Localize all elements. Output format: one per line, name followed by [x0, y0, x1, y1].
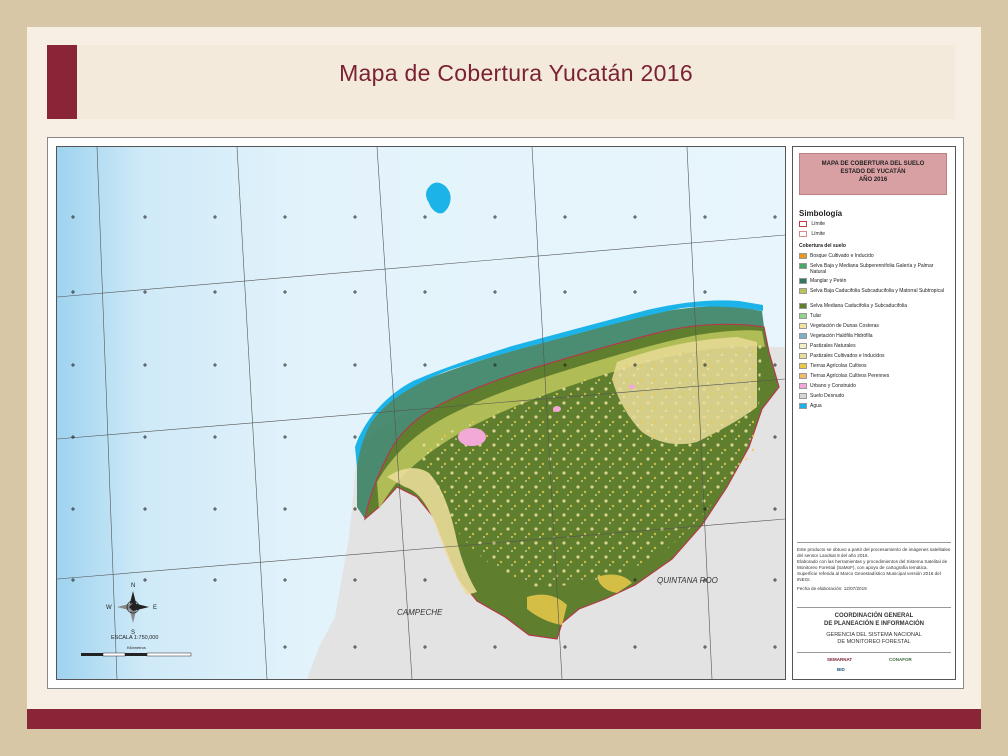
semarnat-logo: SEMARNAT [827, 657, 853, 662]
limit-swatch-icon [799, 221, 807, 227]
legend-swatch-icon [799, 383, 807, 389]
legend-item: Selva Mediana Caducifolia y Subcaducifol… [799, 303, 949, 309]
legend-item: Tierras Agrícolas Cultivos [799, 363, 949, 369]
legend-item-label: Manglar y Petén [810, 278, 847, 284]
legend-swatch-icon [799, 323, 807, 329]
legend-limit-item: Límite [799, 221, 949, 227]
map-frame: CAMPECHE QUINTANA ROO N S E W ESCALA 1:7… [47, 137, 964, 689]
legend-item-label: Selva Mediana Caducifolia y Subcaducifol… [810, 303, 908, 309]
legend-item: Vegetación de Dunas Costeras [799, 323, 949, 329]
legend-item: Pastizales Naturales [799, 343, 949, 349]
legend-item: Vegetación Halófila Hidrófila [799, 333, 949, 339]
legend-swatch-icon [799, 263, 807, 269]
legend-item: Selva Baja y Mediana Subperennifolia Gal… [799, 263, 949, 275]
legend-swatch-icon [799, 393, 807, 399]
note-date: Fecha de elaboración: 12/07/2019 [797, 586, 867, 591]
legend-title-line: MAPA DE COBERTURA DEL SUELO [821, 161, 925, 167]
legend-item: Urbano y Construido [799, 383, 949, 389]
legend-item-label: Tierras Agrícolas Cultivos Perennes [810, 373, 890, 379]
legend-item: Agua [799, 403, 949, 409]
coordination-title: COORDINACIÓN GENERAL DE PLANEACIÓN E INF… [797, 612, 951, 628]
north-label: N [131, 583, 135, 589]
note-line: Este producto se obtuvo a partir del pro… [797, 547, 951, 558]
scale-label: ESCALA 1:750,000 [111, 635, 158, 641]
legend-item-label: Suelo Desnudo [810, 393, 845, 399]
urban-patch [553, 406, 561, 412]
legend-item: Suelo Desnudo [799, 393, 949, 399]
slide-title: Mapa de Cobertura Yucatán 2016 [339, 60, 693, 86]
logos-row: SEMARNAT CONAFOR BID [797, 652, 951, 677]
note-line: Superficie referida al Marco Geoestadíst… [797, 571, 941, 582]
legend-swatch-icon [799, 333, 807, 339]
legend-swatch-icon [799, 313, 807, 319]
legend-title: MAPA DE COBERTURA DEL SUELO ESTADO DE YU… [799, 153, 947, 195]
note-line: Elaborado con las herramientas y procedi… [797, 559, 948, 570]
legend-swatch-icon [799, 363, 807, 369]
legend-item: Manglar y Petén [799, 278, 949, 284]
legend-item: Pastizales Cultivados e Inducidos [799, 353, 949, 359]
legend-swatch-icon [799, 288, 807, 294]
legend-item-label: Agua [810, 403, 822, 409]
conafor-logo: CONAFOR [889, 657, 912, 662]
coordination-line: DE PLANEACIÓN E INFORMACIÓN [823, 621, 924, 627]
legend-swatch-icon [799, 303, 807, 309]
legend-swatch-icon [799, 253, 807, 259]
title-accent-block [47, 45, 77, 119]
legend-panel: MAPA DE COBERTURA DEL SUELO ESTADO DE YU… [792, 146, 956, 680]
legend-swatch-icon [799, 403, 807, 409]
legend-item-label: Límite [811, 231, 826, 237]
legend-item: Bosque Cultivado e Inducido [799, 253, 949, 259]
yucatan-map: CAMPECHE QUINTANA ROO N S E W ESCALA 1:7… [57, 147, 785, 679]
legend-item-label: Selva Baja Caducifolia Subcaducifolia y … [810, 288, 944, 294]
scale-units: Kilómetros [127, 645, 146, 650]
coordination-block: COORDINACIÓN GENERAL DE PLANEACIÓN E INF… [797, 607, 951, 646]
legend-item-label: Tular [810, 313, 822, 319]
legend-item-label: Vegetación de Dunas Costeras [810, 323, 879, 329]
legend-item: Tular [799, 313, 949, 319]
gerencia-line: GERENCIA DEL SISTEMA NACIONAL [826, 632, 922, 638]
legend-limit-item: Límite [799, 231, 949, 237]
coordination-line: COORDINACIÓN GENERAL [834, 613, 914, 619]
legend-title-line: AÑO 2016 [858, 177, 888, 183]
legend-swatch-icon [799, 373, 807, 379]
cobertura-heading: Cobertura del suelo [799, 243, 846, 249]
legend-item-label: Pastizales Naturales [810, 343, 856, 349]
urban-merida [458, 428, 486, 446]
gerencia-title: GERENCIA DEL SISTEMA NACIONAL DE MONITOR… [797, 632, 951, 646]
legend-swatch-icon [799, 278, 807, 284]
east-label: E [153, 605, 157, 611]
legend-item-label: Bosque Cultivado e Inducido [810, 253, 874, 259]
bottom-band [27, 709, 981, 729]
legend-item: Tierras Agrícolas Cultivos Perennes [799, 373, 949, 379]
limit-swatch-icon [799, 231, 807, 237]
legend-title-line: ESTADO DE YUCATÁN [840, 169, 906, 175]
map-notes: Este producto se obtuvo a partir del pro… [797, 542, 951, 592]
label-quintana-roo: QUINTANA ROO [657, 576, 718, 585]
simbologia-heading: Simbología [799, 209, 843, 218]
legend-item-label: Pastizales Cultivados e Inducidos [810, 353, 885, 359]
legend-item-label: Vegetación Halófila Hidrófila [810, 333, 873, 339]
legend-item-label: Tierras Agrícolas Cultivos [810, 363, 867, 369]
legend-item-label: Urbano y Construido [810, 383, 856, 389]
gerencia-line: DE MONITOREO FORESTAL [837, 639, 911, 645]
legend-item-label: Límite [811, 221, 826, 227]
west-label: W [106, 605, 112, 611]
slide: Mapa de Cobertura Yucatán 2016 CAMPECHE … [27, 27, 981, 729]
scale-bar [81, 652, 192, 657]
legend-swatch-icon [799, 353, 807, 359]
legend-swatch-icon [799, 343, 807, 349]
title-bar: Mapa de Cobertura Yucatán 2016 [47, 45, 955, 119]
urban-patch [629, 384, 635, 390]
legend-item: Selva Baja Caducifolia Subcaducifolia y … [799, 288, 949, 294]
label-campeche: CAMPECHE [397, 608, 443, 617]
map-area[interactable]: CAMPECHE QUINTANA ROO N S E W ESCALA 1:7… [56, 146, 786, 680]
bid-logo: BID [837, 667, 845, 672]
legend-item-label: Selva Baja y Mediana Subperennifolia Gal… [810, 263, 934, 275]
